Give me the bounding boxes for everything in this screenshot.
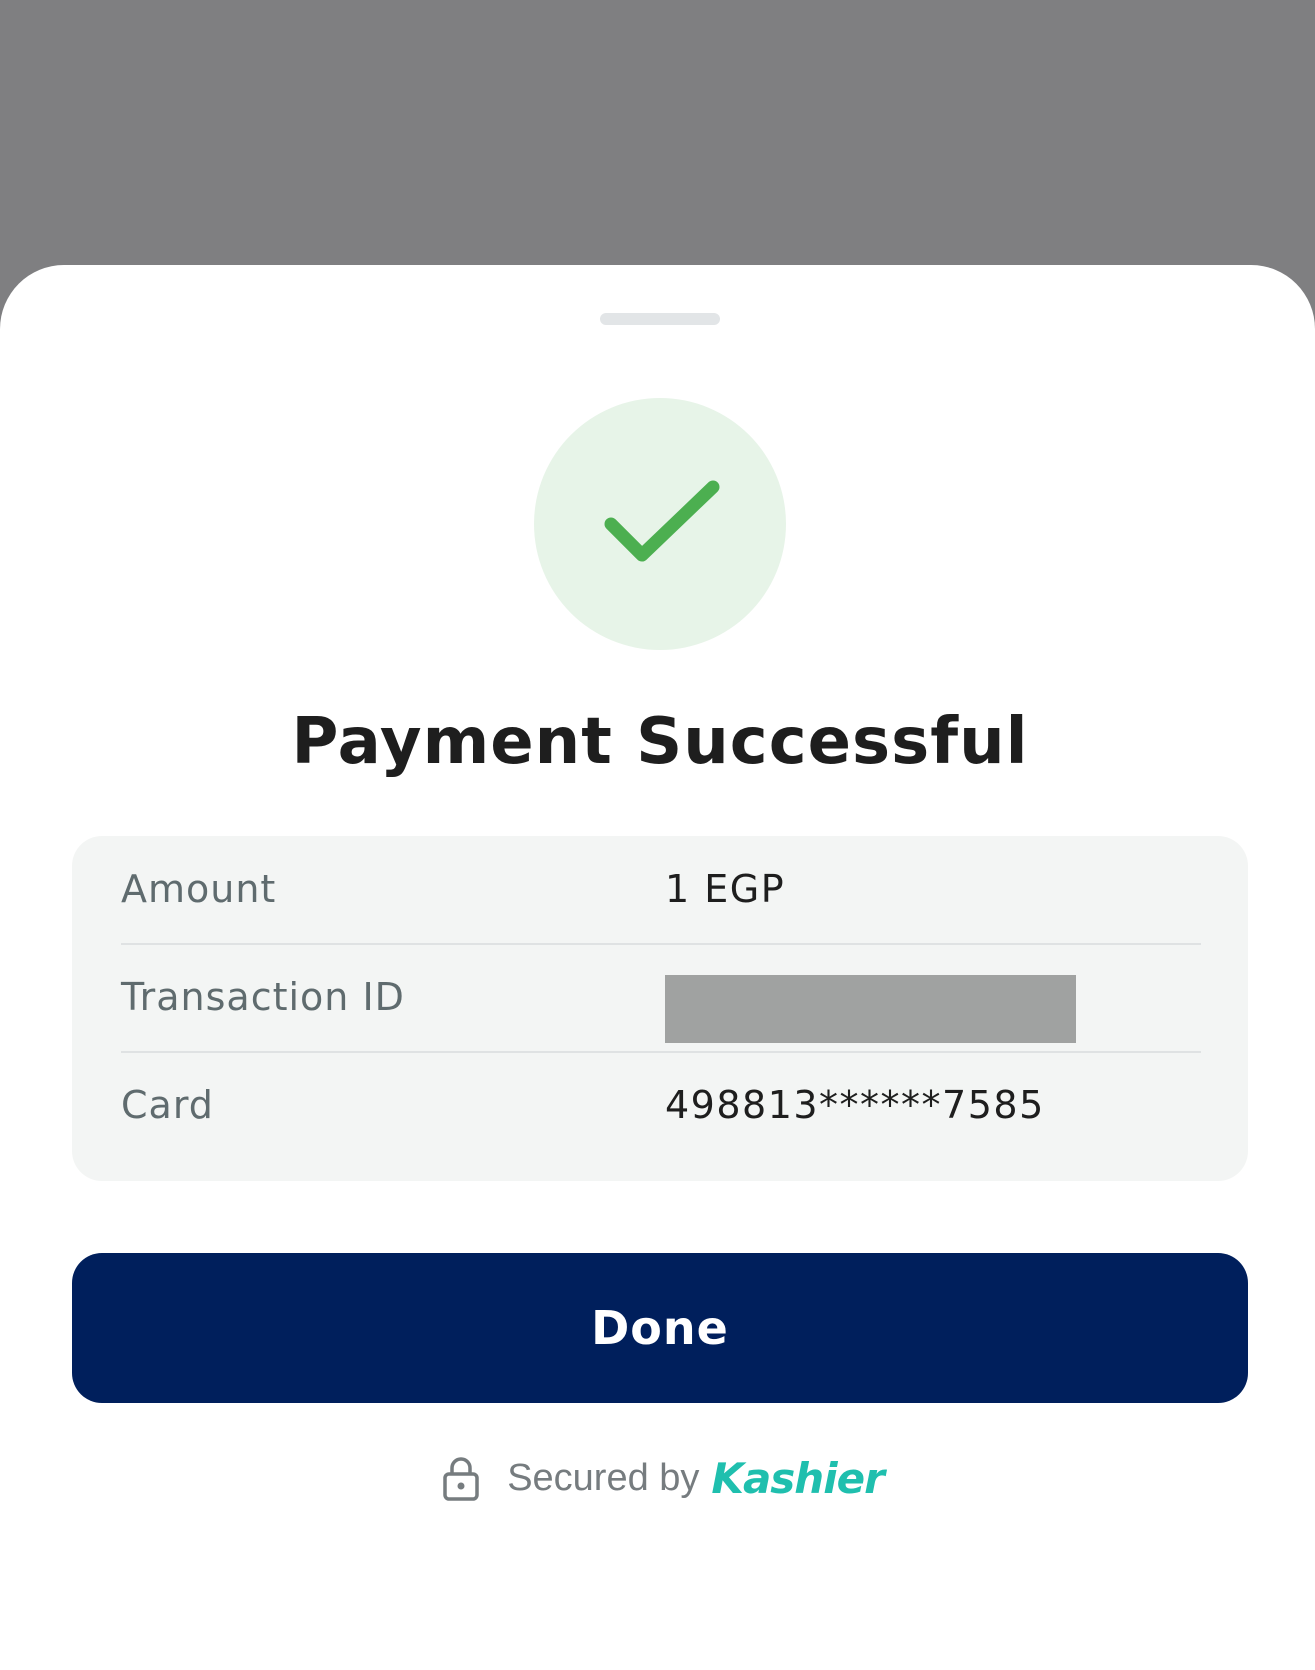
bottom-sheet: Payment Successful Amount 1 EGP Transact… [0, 265, 1315, 1670]
lock-icon [443, 1457, 479, 1501]
page-title: Payment Successful [291, 705, 1029, 779]
secured-by-text: Secured by [507, 1456, 700, 1499]
transaction-id-label: Transaction ID [121, 975, 405, 1019]
card-row: Card 498813******7585 [121, 1052, 1201, 1159]
transaction-id-row: Transaction ID [121, 944, 1201, 1051]
payment-details-card: Amount 1 EGP Transaction ID Card 498813*… [72, 836, 1248, 1181]
sheet-grabber-handle[interactable] [600, 313, 720, 325]
secured-by-footer: Secured by Kashier [0, 1448, 1315, 1508]
kashier-logo: Kashier [711, 1453, 884, 1503]
success-check-icon [534, 398, 786, 650]
amount-value: 1 EGP [665, 867, 786, 911]
card-value: 498813******7585 [665, 1083, 1045, 1127]
modal-backdrop[interactable] [0, 0, 1315, 300]
done-button[interactable]: Done [72, 1253, 1248, 1403]
card-label: Card [121, 1083, 214, 1127]
amount-label: Amount [121, 867, 277, 911]
transaction-id-redacted [665, 975, 1076, 1043]
amount-row: Amount 1 EGP [121, 836, 1201, 943]
